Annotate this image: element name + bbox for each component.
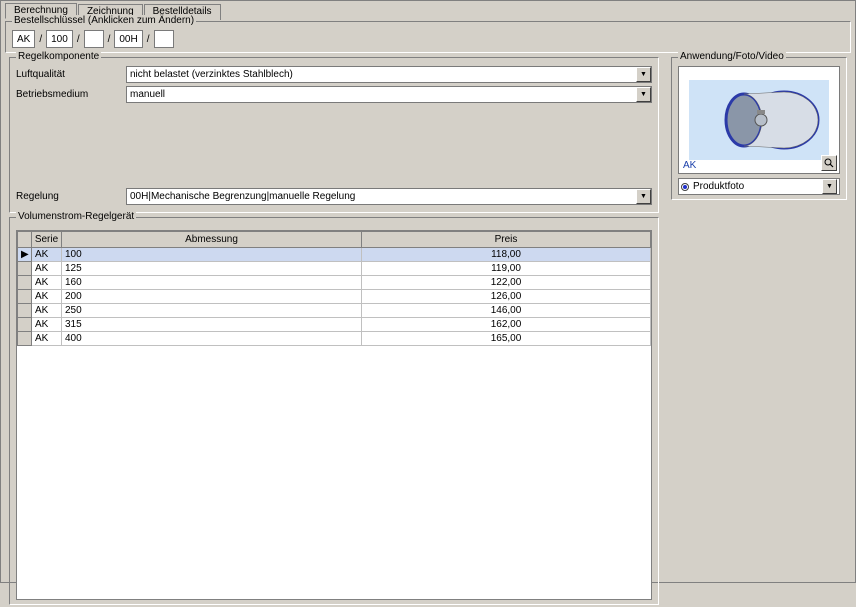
table-group: Volumenstrom-Regelgerät Serie Abmessung … — [9, 217, 659, 605]
row-marker — [18, 318, 32, 332]
cell-abmessung: 250 — [62, 304, 362, 318]
chevron-down-icon: ▼ — [636, 67, 651, 82]
regelung-select[interactable]: 00H|Mechanische Begrenzung|manuelle Rege… — [126, 188, 652, 205]
orderkey-part-0[interactable]: AK — [12, 30, 35, 48]
cell-preis: 119,00 — [362, 262, 651, 276]
media-type-label: Produktfoto — [693, 181, 818, 192]
luftqualitaet-select[interactable]: nicht belastet (verzinktes Stahlblech) ▼ — [126, 66, 652, 83]
product-image: AK — [678, 66, 840, 174]
orderkey-legend: Bestellschlüssel (Anklicken zum Ändern) — [12, 15, 196, 26]
media-legend: Anwendung/Foto/Video — [678, 51, 786, 62]
cell-serie: AK — [32, 318, 62, 332]
cell-abmessung: 400 — [62, 332, 362, 346]
regelkomponente-legend: Regelkomponente — [16, 51, 101, 62]
luftqualitaet-label: Luftqualität — [16, 69, 126, 80]
table-row[interactable]: AK200126,00 — [18, 290, 651, 304]
price-table: Serie Abmessung Preis ▶AK100118,00AK1251… — [17, 231, 651, 346]
cell-abmessung: 125 — [62, 262, 362, 276]
radio-icon — [681, 183, 689, 191]
cell-serie: AK — [32, 290, 62, 304]
cell-serie: AK — [32, 248, 62, 262]
table-row[interactable]: AK315162,00 — [18, 318, 651, 332]
regelung-value: 00H|Mechanische Begrenzung|manuelle Rege… — [127, 191, 636, 202]
row-marker — [18, 262, 32, 276]
row-marker: ▶ — [18, 248, 32, 262]
row-marker — [18, 276, 32, 290]
regelkomponente-group: Regelkomponente Luftqualität nicht belas… — [9, 57, 659, 213]
cell-abmessung: 160 — [62, 276, 362, 290]
regelung-label: Regelung — [16, 191, 126, 202]
orderkey-part-3[interactable]: 00H — [114, 30, 142, 48]
betriebsmedium-value: manuell — [127, 89, 636, 100]
row-selector-header — [18, 232, 32, 248]
row-marker — [18, 290, 32, 304]
orderkey-part-2[interactable] — [84, 30, 104, 48]
col-abmessung[interactable]: Abmessung — [62, 232, 362, 248]
orderkey-sep: / — [37, 34, 44, 45]
table-row[interactable]: AK160122,00 — [18, 276, 651, 290]
orderkey-part-1[interactable]: 100 — [46, 30, 73, 48]
chevron-down-icon: ▼ — [636, 189, 651, 204]
cell-preis: 146,00 — [362, 304, 651, 318]
product-caption: AK — [683, 160, 696, 171]
luftqualitaet-value: nicht belastet (verzinktes Stahlblech) — [127, 69, 636, 80]
damper-illustration — [689, 80, 829, 160]
media-type-select[interactable]: Produktfoto ▼ — [678, 178, 840, 195]
cell-serie: AK — [32, 304, 62, 318]
table-row[interactable]: AK400165,00 — [18, 332, 651, 346]
col-preis[interactable]: Preis — [362, 232, 651, 248]
cell-serie: AK — [32, 276, 62, 290]
table-row[interactable]: AK250146,00 — [18, 304, 651, 318]
row-marker — [18, 332, 32, 346]
cell-abmessung: 100 — [62, 248, 362, 262]
betriebsmedium-label: Betriebsmedium — [16, 89, 126, 100]
col-serie[interactable]: Serie — [32, 232, 62, 248]
orderkey-group: Bestellschlüssel (Anklicken zum Ändern) … — [5, 21, 851, 53]
table-row[interactable]: ▶AK100118,00 — [18, 248, 651, 262]
cell-preis: 165,00 — [362, 332, 651, 346]
media-group: Anwendung/Foto/Video AK — [671, 57, 847, 200]
chevron-down-icon: ▼ — [636, 87, 651, 102]
cell-abmessung: 200 — [62, 290, 362, 304]
zoom-button[interactable] — [821, 155, 837, 171]
orderkey-part-4[interactable] — [154, 30, 174, 48]
price-table-container: Serie Abmessung Preis ▶AK100118,00AK1251… — [16, 230, 652, 600]
cell-serie: AK — [32, 262, 62, 276]
row-marker — [18, 304, 32, 318]
table-legend: Volumenstrom-Regelgerät — [16, 211, 136, 222]
chevron-down-icon: ▼ — [822, 179, 837, 194]
cell-abmessung: 315 — [62, 318, 362, 332]
betriebsmedium-select[interactable]: manuell ▼ — [126, 86, 652, 103]
table-row[interactable]: AK125119,00 — [18, 262, 651, 276]
cell-preis: 122,00 — [362, 276, 651, 290]
cell-preis: 118,00 — [362, 248, 651, 262]
cell-serie: AK — [32, 332, 62, 346]
cell-preis: 162,00 — [362, 318, 651, 332]
magnifier-icon — [824, 158, 834, 168]
cell-preis: 126,00 — [362, 290, 651, 304]
